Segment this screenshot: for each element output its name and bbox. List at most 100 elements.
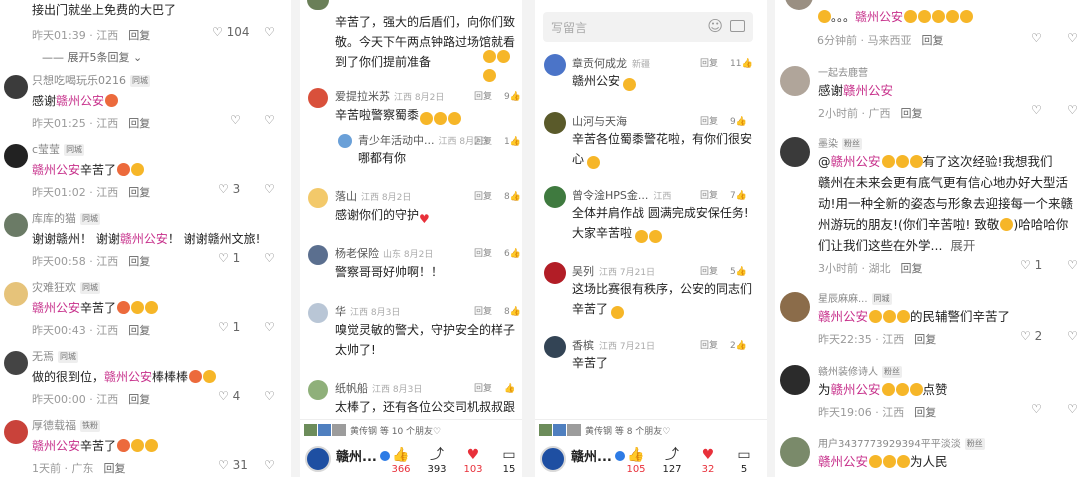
avatar[interactable] bbox=[780, 66, 810, 96]
mention-link[interactable]: 赣州公安 bbox=[32, 439, 80, 453]
dislike-button[interactable]: ♡ bbox=[1067, 258, 1078, 272]
dislike-button[interactable]: ♡ bbox=[1067, 31, 1078, 45]
commenter-name[interactable]: 一起去鹿营 bbox=[818, 64, 868, 79]
like-button[interactable]: ♡ 104 bbox=[212, 25, 250, 39]
avatar[interactable] bbox=[544, 262, 566, 284]
reply-button[interactable]: 回复 bbox=[128, 117, 150, 130]
like-button[interactable]: 1👍 bbox=[504, 137, 521, 147]
like-button[interactable]: 9👍 bbox=[504, 92, 521, 102]
like-button[interactable]: 11👍 bbox=[730, 59, 753, 69]
mention-link[interactable]: 赣州公安 bbox=[104, 370, 152, 384]
commenter-name[interactable]: 库库的猫 同城 bbox=[32, 210, 100, 226]
avatar[interactable] bbox=[544, 186, 566, 208]
reply-button[interactable]: 回复 bbox=[104, 462, 126, 475]
reply-button[interactable]: 回复 bbox=[700, 341, 718, 351]
avatar[interactable] bbox=[4, 75, 28, 99]
commenter-name[interactable]: 山河与天海 bbox=[572, 113, 632, 129]
shares-button[interactable]: ⤴ 393 bbox=[420, 446, 454, 475]
brand-logo[interactable] bbox=[305, 446, 331, 472]
reply-button[interactable]: 回复 bbox=[474, 307, 492, 317]
commenter-name[interactable]: 无焉 同城 bbox=[32, 348, 78, 364]
avatar[interactable] bbox=[544, 112, 566, 134]
avatar[interactable] bbox=[308, 88, 328, 108]
commenter-name[interactable]: 墨染 粉丝 bbox=[818, 135, 862, 150]
avatar[interactable] bbox=[544, 336, 566, 358]
avatar[interactable] bbox=[4, 282, 28, 306]
like-button[interactable]: ♡ 3 bbox=[218, 182, 240, 196]
dislike-button[interactable]: ♡ bbox=[1067, 103, 1078, 117]
reply-button[interactable]: 回复 bbox=[128, 186, 150, 199]
reply-button[interactable]: 回复 bbox=[128, 255, 150, 268]
avatar[interactable] bbox=[780, 292, 810, 322]
friends-liked[interactable]: 黄传钢 等 10 个朋友♡ bbox=[304, 424, 441, 437]
mention-link[interactable]: 赣州公安 bbox=[32, 301, 80, 315]
like-button[interactable]: ♡ bbox=[1031, 103, 1042, 117]
reply-button[interactable]: 回复 bbox=[474, 384, 492, 394]
reply-button[interactable]: 回复 bbox=[700, 267, 718, 277]
reply-button[interactable]: 回复 bbox=[922, 34, 944, 47]
like-button[interactable]: 6👍 bbox=[504, 249, 521, 259]
commenter-name[interactable]: 灾难狂欢 同城 bbox=[32, 279, 100, 295]
reply-button[interactable]: 回复 bbox=[128, 393, 150, 406]
like-button[interactable]: ♡ 2 bbox=[1020, 329, 1042, 343]
avatar[interactable] bbox=[780, 365, 810, 395]
comments-button[interactable]: ▭ 15 bbox=[492, 446, 522, 475]
avatar[interactable] bbox=[4, 351, 28, 375]
reply-button[interactable]: 回复 bbox=[700, 117, 718, 127]
like-button[interactable]: 8👍 bbox=[504, 192, 521, 202]
dislike-button[interactable]: ♡ bbox=[264, 458, 275, 472]
like-button[interactable]: ♡ 31 bbox=[218, 458, 248, 472]
commenter-name[interactable]: 星辰麻麻... 同城 bbox=[818, 290, 892, 305]
avatar[interactable] bbox=[780, 437, 810, 467]
image-icon[interactable] bbox=[730, 20, 745, 32]
dislike-button[interactable]: ♡ bbox=[264, 320, 275, 334]
like-button[interactable]: 2👍 bbox=[730, 341, 747, 351]
avatar[interactable] bbox=[4, 420, 28, 444]
mention-link[interactable]: 赣州公安 bbox=[831, 154, 881, 169]
reply-button[interactable]: 回复 bbox=[474, 192, 492, 202]
friends-liked[interactable]: 黄传钢 等 8 个朋友♡ bbox=[539, 424, 670, 437]
mention-link[interactable]: 赣州公安 bbox=[818, 454, 868, 469]
dislike-button[interactable]: ♡ bbox=[264, 251, 275, 265]
reply-name[interactable]: 青少年活动中... 江西 8月2日 bbox=[358, 132, 489, 148]
dislike-button[interactable]: ♡ bbox=[264, 182, 275, 196]
like-button[interactable]: ♡ 1 bbox=[1020, 258, 1042, 272]
like-button[interactable]: ♡ bbox=[1031, 402, 1042, 416]
commenter-name[interactable]: 纸帆船 江西 8月3日 bbox=[335, 380, 422, 396]
commenter-name[interactable]: 华江西 8月3日 bbox=[335, 303, 400, 319]
reply-button[interactable]: 回复 bbox=[914, 333, 936, 346]
comment-input[interactable]: 写留言 ☺ bbox=[543, 12, 753, 42]
like-button[interactable]: 7👍 bbox=[730, 191, 747, 201]
hearts-button[interactable]: ♥ 103 bbox=[456, 446, 490, 475]
avatar[interactable] bbox=[780, 137, 810, 167]
commenter-name[interactable]: 厚德载福 铁粉 bbox=[32, 417, 100, 433]
avatar[interactable] bbox=[4, 213, 28, 237]
commenter-name[interactable]: 只想吃喝玩乐0216 同城 bbox=[32, 72, 150, 88]
emoji-icon[interactable]: ☺ bbox=[707, 17, 723, 35]
mention-link[interactable]: 赣州公安 bbox=[120, 232, 168, 246]
reply-button[interactable]: 回复 bbox=[474, 137, 492, 147]
brand-name[interactable]: 赣州... bbox=[336, 446, 390, 465]
commenter-name[interactable]: 赣州装修诗人 粉丝 bbox=[818, 363, 902, 378]
avatar[interactable] bbox=[308, 245, 328, 265]
reply-button[interactable]: 回复 bbox=[128, 29, 150, 42]
like-button[interactable]: ♡ 1 bbox=[218, 320, 240, 334]
reply-button[interactable]: 回复 bbox=[474, 92, 492, 102]
brand-name[interactable]: 赣州... bbox=[571, 446, 625, 465]
reply-button[interactable]: 回复 bbox=[128, 324, 150, 337]
like-button[interactable]: ♡ 1 bbox=[218, 251, 240, 265]
likes-button[interactable]: 👍 105 bbox=[619, 446, 653, 475]
commenter-name[interactable]: 用户3437773929394平平淡淡 粉丝 bbox=[818, 435, 985, 450]
like-button[interactable]: 5👍 bbox=[730, 267, 747, 277]
avatar[interactable] bbox=[308, 380, 328, 400]
reply-button[interactable]: 回复 bbox=[700, 59, 718, 69]
mention-link[interactable]: 赣州公安 bbox=[818, 309, 868, 324]
reply-button[interactable]: 回复 bbox=[914, 406, 936, 419]
like-button[interactable]: 8👍 bbox=[504, 307, 521, 317]
avatar[interactable] bbox=[4, 144, 28, 168]
commenter-name[interactable]: 曾令淦HPS金... 江西 bbox=[572, 187, 671, 203]
mention-link[interactable]: 赣州公安 bbox=[855, 10, 903, 24]
dislike-button[interactable]: ♡ bbox=[264, 389, 275, 403]
expand-replies-button[interactable]: —— 展开5条回复 ⌄ bbox=[42, 49, 142, 65]
mention-link[interactable]: 赣州公安 bbox=[32, 163, 80, 177]
